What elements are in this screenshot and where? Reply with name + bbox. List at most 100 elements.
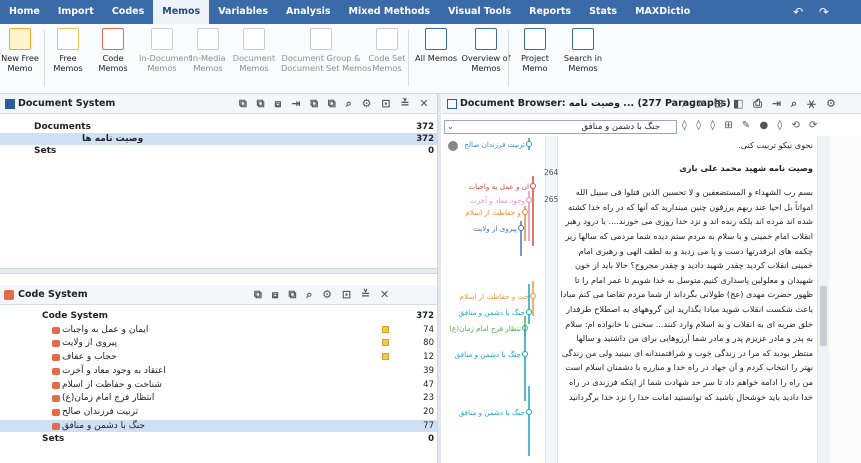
scrollbar-thumb[interactable]: [820, 286, 827, 346]
tree-row[interactable]: وصیت نامه ها 372: [0, 133, 437, 145]
code-memos-icon: [102, 28, 124, 50]
menu-5[interactable]: Analysis: [277, 0, 340, 24]
code-filter-value: جنگ با دشمن و منافق: [581, 122, 660, 132]
tree-row[interactable]: انتظار فرج امام زمان(ع) 23: [0, 392, 437, 404]
tree-label: اعتقاد به وجود معاد و آخرت: [62, 365, 166, 376]
menu-2[interactable]: Codes: [103, 0, 153, 24]
row-count: 47: [423, 379, 434, 390]
row-count: 20: [423, 406, 434, 417]
tree-row[interactable]: Sets 0: [0, 433, 437, 445]
code-stripe-label[interactable]: جنگ با دشمن و منافق: [459, 308, 525, 317]
tree-row[interactable]: شناخت و حفاظت از اسلام 47: [0, 379, 437, 391]
code-stripe-dot: [530, 183, 536, 189]
code-stripe-label[interactable]: جنگ با دشمن و منافق: [455, 350, 521, 359]
menu-10[interactable]: MAXDictio: [626, 0, 699, 24]
ribbon-label: Document Group & Document Set Memos: [281, 53, 372, 73]
document-system-toolbar[interactable]: ⧉ ⧉ ⧈ ⇥ ⧉ ⧉ ⌕ ⚙ ⊡ ≚ ✕: [239, 97, 432, 111]
project-memo-icon: [524, 28, 546, 50]
row-count: 372: [416, 134, 434, 144]
tree-row[interactable]: تربیت فرزندان صالح 20: [0, 406, 437, 418]
tree-label: Sets: [42, 434, 65, 445]
tree-row[interactable]: جنگ با دشمن و منافق 77: [0, 419, 437, 432]
document-tree: Documents 372 وصیت نامه ها 372 Sets 0: [0, 116, 437, 268]
all-memos-icon: [425, 28, 447, 50]
in-document-memos-button[interactable]: In-Document Memos: [139, 28, 192, 73]
memo-icon[interactable]: [382, 339, 389, 347]
menu-3[interactable]: Memos: [153, 0, 210, 24]
menu-7[interactable]: Visual Tools: [439, 0, 520, 24]
tree-label: وصیت نامه ها: [82, 134, 144, 144]
code-system-header: Code System ⧉ ⧈ ⧉ ⌕ ⚙ ⊡ ≚ ✕: [0, 285, 437, 305]
code-stripe-dot: [526, 141, 532, 147]
code-icon: [52, 367, 60, 375]
tree-row[interactable]: Documents 372: [0, 121, 437, 133]
tree-row[interactable]: Code System 372: [0, 310, 437, 322]
tree-label: Documents: [34, 122, 91, 132]
undo-redo-icon[interactable]: ↶ ↷: [793, 0, 835, 24]
collapse-icon: [448, 141, 458, 151]
code-stripe-label[interactable]: وجود معاد و آخرت: [470, 195, 525, 205]
right-margin: [829, 136, 861, 463]
menu-9[interactable]: Stats: [580, 0, 626, 24]
free-memos-icon: [57, 28, 79, 50]
search-memos-icon: [572, 28, 594, 50]
code-system-toolbar[interactable]: ⧉ ⧈ ⧉ ⌕ ⚙ ⊡ ≚ ✕: [254, 288, 392, 302]
project-memo-button[interactable]: Project Memo: [515, 28, 555, 73]
document-group-memos-button[interactable]: Document Group & Document Set Memos: [281, 28, 372, 73]
tree-row[interactable]: حجاب و عفاف 12: [0, 351, 437, 363]
document-browser-header: Document Browser: وصیت نامه ... (277 Par…: [442, 94, 861, 114]
pane-splitter[interactable]: [0, 268, 437, 274]
paragraph-number: 265: [544, 195, 559, 204]
code-stripe-label[interactable]: تربیت فرزندان صالح: [464, 140, 525, 149]
code-tree: Code System 372 ایمان و عمل به واجبات 74 پیر…: [0, 308, 437, 463]
ribbon-label: In-Document Memos: [139, 53, 192, 73]
code-stripe-dot: [526, 309, 532, 315]
menu-0[interactable]: Home: [0, 0, 49, 24]
tree-row[interactable]: اعتقاد به وجود معاد و آخرت 39: [0, 365, 437, 377]
code-stripe-label[interactable]: ان و عمل به واجبات: [468, 182, 529, 191]
code-stripe-dot: [530, 293, 536, 299]
tree-row[interactable]: ایمان و عمل به واجبات 74: [0, 324, 437, 336]
paragraph-ruler: 264 265: [544, 136, 559, 463]
row-count: 0: [428, 434, 434, 445]
document-browser-toolbar[interactable]: ⌕ ⌕ ⊟ ◧ ⎙ ⇥ ⌕ ⚹ ⚙: [682, 97, 839, 111]
ribbon-label: Free Memos: [53, 53, 83, 73]
ribbon-label: New Free Memo: [1, 53, 39, 73]
code-stripe-label[interactable]: نتظار فرج امام زمان(ع): [449, 324, 521, 333]
vertical-scrollbar[interactable]: [817, 136, 829, 463]
code-stripe-label[interactable]: پیروی از ولایت: [473, 224, 517, 233]
code-memos-button[interactable]: Code Memos: [94, 28, 132, 73]
code-stripe-label[interactable]: جنگ با دشمن و منافق: [459, 408, 525, 417]
menu-6[interactable]: Mixed Methods: [340, 0, 440, 24]
menu-4[interactable]: Variables: [209, 0, 277, 24]
tree-label: Code System: [42, 311, 108, 321]
code-stripe-label[interactable]: و حفاظت از اسلام: [465, 208, 521, 217]
overview-memos-button[interactable]: Overview of Memos: [460, 28, 512, 73]
menu-8[interactable]: Reports: [520, 0, 580, 24]
code-filter-select[interactable]: ⌄ جنگ با دشمن و منافق: [444, 120, 677, 134]
code-stripe-dot: [518, 225, 524, 231]
document-memos-button[interactable]: Document Memos: [231, 28, 277, 73]
document-browser-icon: [447, 99, 457, 109]
tree-row[interactable]: پیروی از ولایت 80: [0, 337, 437, 349]
tree-label: پیروی از ولایت: [62, 338, 117, 349]
code-icon: [52, 326, 60, 334]
search-memos-button[interactable]: Search in Memos: [560, 28, 606, 73]
code-stripe-label[interactable]: خت و حفاظت از اسلام: [460, 292, 529, 301]
tree-row[interactable]: Sets 0: [0, 145, 437, 157]
code-stripe-dot: [526, 409, 532, 415]
browser-secondary-toolbar[interactable]: ◊ ◊ ◊ ⊞ ✎ ● ◊ ⟲ ⟳: [682, 120, 820, 131]
chevron-down-icon: ⌄: [447, 122, 454, 131]
document-text[interactable]: نحوی نیکو تربیت کنی. وصیت نامه شهید محمد…: [560, 138, 813, 406]
memo-icon[interactable]: [382, 325, 389, 333]
memo-icon[interactable]: [382, 353, 389, 361]
all-memos-button[interactable]: All Memos: [415, 28, 457, 63]
code-set-memos-button[interactable]: Code Set Memos: [365, 28, 409, 73]
in-media-memos-button[interactable]: In-Media Memos: [188, 28, 228, 73]
free-memos-button[interactable]: Free Memos: [48, 28, 88, 73]
new-free-memo-button[interactable]: New Free Memo: [0, 28, 40, 73]
row-count: 0: [428, 146, 434, 156]
row-count: 372: [416, 311, 434, 321]
menu-1[interactable]: Import: [49, 0, 103, 24]
code-stripe-dot: [522, 351, 528, 357]
